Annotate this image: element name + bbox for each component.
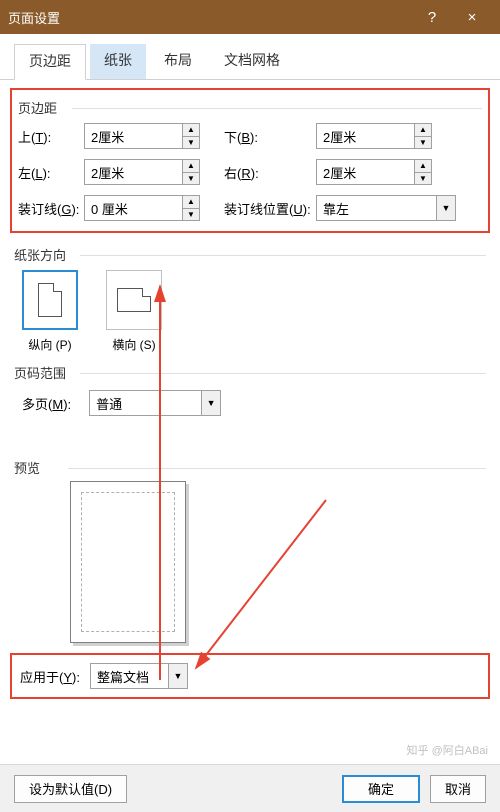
ok-button[interactable]: 确定 bbox=[342, 775, 420, 803]
margin-bottom-input[interactable] bbox=[316, 123, 414, 149]
multipage-value: 普通 bbox=[89, 390, 201, 416]
set-default-button[interactable]: 设为默认值(D) bbox=[14, 775, 127, 803]
margin-left-input[interactable] bbox=[84, 159, 182, 185]
spinner-up-icon[interactable]: ▲ bbox=[183, 124, 199, 137]
spinner-down-icon[interactable]: ▼ bbox=[183, 209, 199, 221]
margin-right-label: 右(R): bbox=[224, 163, 316, 182]
cancel-button[interactable]: 取消 bbox=[430, 775, 486, 803]
spinner-up-icon[interactable]: ▲ bbox=[183, 196, 199, 209]
portrait-label: 纵向 (P) bbox=[22, 336, 78, 353]
margin-right-spinner[interactable]: ▲▼ bbox=[316, 159, 432, 185]
pagerange-group: 页码范围 多页(M): 普通▼ bbox=[14, 363, 486, 422]
help-button[interactable]: ? bbox=[412, 9, 452, 26]
margin-bottom-spinner[interactable]: ▲▼ bbox=[316, 123, 432, 149]
spinner-up-icon[interactable]: ▲ bbox=[183, 160, 199, 173]
margin-top-label: 上(T): bbox=[18, 127, 84, 146]
tab-docgrid[interactable]: 文档网格 bbox=[210, 44, 294, 79]
spinner-down-icon[interactable]: ▼ bbox=[183, 137, 199, 149]
apply-highlight-box: 应用于(Y): 整篇文档▼ bbox=[10, 653, 490, 699]
multipage-combo[interactable]: 普通▼ bbox=[89, 390, 221, 416]
tab-strip: 页边距 纸张 布局 文档网格 bbox=[0, 34, 500, 80]
landscape-icon bbox=[106, 270, 162, 330]
apply-label: 应用于(Y): bbox=[20, 667, 80, 686]
gutter-label: 装订线(G): bbox=[18, 199, 84, 218]
watermark: 知乎 @阿白ABai bbox=[407, 742, 488, 758]
window-title: 页面设置 bbox=[8, 8, 412, 27]
chevron-down-icon[interactable]: ▼ bbox=[436, 195, 456, 221]
tab-layout[interactable]: 布局 bbox=[150, 44, 206, 79]
preview-page-icon bbox=[70, 481, 186, 643]
apply-value: 整篇文档 bbox=[90, 663, 168, 689]
spinner-up-icon[interactable]: ▲ bbox=[415, 124, 431, 137]
spinner-down-icon[interactable]: ▼ bbox=[415, 137, 431, 149]
orientation-group: 纸张方向 纵向 (P) 横向 (S) bbox=[14, 245, 486, 353]
margin-top-spinner[interactable]: ▲▼ bbox=[84, 123, 200, 149]
gutter-input[interactable] bbox=[84, 195, 182, 221]
orientation-portrait[interactable]: 纵向 (P) bbox=[22, 270, 78, 353]
margins-group-title: 页边距 bbox=[18, 98, 482, 117]
gutter-pos-value: 靠左 bbox=[316, 195, 436, 221]
orientation-title: 纸张方向 bbox=[14, 245, 486, 264]
margins-highlight-box: 页边距 上(T): ▲▼ 下(B): ▲▼ 左(L): ▲▼ 右(R): ▲▼ … bbox=[10, 88, 490, 233]
tab-paper[interactable]: 纸张 bbox=[90, 44, 146, 79]
spinner-up-icon[interactable]: ▲ bbox=[415, 160, 431, 173]
preview-group: 预览 bbox=[14, 458, 486, 643]
gutter-pos-combo[interactable]: 靠左▼ bbox=[316, 195, 456, 221]
gutter-pos-label: 装订线位置(U): bbox=[224, 199, 316, 218]
chevron-down-icon[interactable]: ▼ bbox=[168, 663, 188, 689]
margin-left-label: 左(L): bbox=[18, 163, 84, 182]
dialog-footer: 设为默认值(D) 确定 取消 bbox=[0, 764, 500, 812]
margin-left-spinner[interactable]: ▲▼ bbox=[84, 159, 200, 185]
spinner-down-icon[interactable]: ▼ bbox=[183, 173, 199, 185]
preview-title: 预览 bbox=[14, 458, 486, 477]
margin-bottom-label: 下(B): bbox=[224, 127, 316, 146]
portrait-icon bbox=[22, 270, 78, 330]
margin-top-input[interactable] bbox=[84, 123, 182, 149]
multipage-label: 多页(M): bbox=[22, 394, 71, 413]
tab-margins[interactable]: 页边距 bbox=[14, 44, 86, 80]
spinner-down-icon[interactable]: ▼ bbox=[415, 173, 431, 185]
chevron-down-icon[interactable]: ▼ bbox=[201, 390, 221, 416]
gutter-spinner[interactable]: ▲▼ bbox=[84, 195, 200, 221]
landscape-label: 横向 (S) bbox=[106, 336, 162, 353]
pagerange-title: 页码范围 bbox=[14, 363, 486, 382]
title-bar: 页面设置 ? × bbox=[0, 0, 500, 34]
orientation-landscape[interactable]: 横向 (S) bbox=[106, 270, 162, 353]
margin-right-input[interactable] bbox=[316, 159, 414, 185]
close-button[interactable]: × bbox=[452, 9, 492, 26]
apply-combo[interactable]: 整篇文档▼ bbox=[90, 663, 188, 689]
